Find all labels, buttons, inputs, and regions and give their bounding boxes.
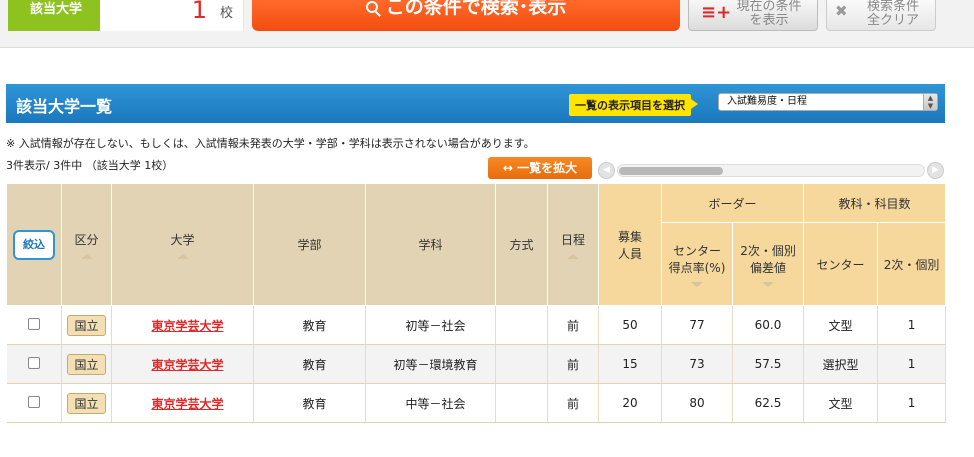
center-subjects-cell: 選択型 [803, 344, 879, 384]
university-link[interactable]: 東京学芸大学 [151, 358, 223, 372]
kubun-badge: 国立 [67, 314, 106, 336]
scrollbar-thumb[interactable] [619, 167, 723, 175]
search-button[interactable]: この条件で検索･表示 [252, 0, 680, 31]
kubun-badge: 国立 [67, 392, 106, 414]
second-subjects-header: 2次・個別 [877, 222, 947, 306]
row-checkbox[interactable] [27, 317, 40, 330]
matching-count: 1 [191, 0, 207, 24]
scroll-left-button[interactable]: ◀ [598, 162, 615, 179]
center-rate-cell: 80 [661, 383, 733, 423]
show-conditions-line2: を表示 [749, 13, 789, 28]
row-checkbox[interactable] [27, 395, 40, 408]
display-items-value: 入試難易度・日程 [727, 96, 807, 107]
clear-all-button[interactable]: ✖ 検索条件 全クリア [826, 0, 936, 31]
result-count-info: 3件表示/ 3件中 （該当大学 1校） [6, 159, 174, 172]
list-header-bar: 該当大学一覧 一覧の表示項目を選択 入試難易度・日程 ▲ ▼ [6, 84, 945, 123]
scroll-right-button[interactable]: ▶ [927, 162, 944, 179]
method-cell [495, 344, 548, 384]
add-list-icon: ≡+ [701, 2, 732, 23]
university-header[interactable]: 大学 [111, 183, 254, 306]
sort-up-icon [176, 253, 189, 259]
faculty-cell: 教育 [253, 344, 366, 384]
sort-down-icon [691, 281, 703, 287]
expand-list-label: 一覧を拡大 [517, 161, 578, 175]
kubun-header[interactable]: 区分 [61, 183, 112, 306]
deviation-cell: 60.0 [732, 305, 805, 345]
show-conditions-line1: 現在の条件 [736, 0, 802, 14]
center-subjects-cell: 文型 [803, 383, 879, 423]
center-subjects-header: センター [803, 222, 879, 306]
info-note: ※ 入試情報が存在しない、もしくは、入試情報未発表の大学・学部・学科は表示されな… [6, 137, 535, 150]
faculty-cell: 教育 [253, 305, 366, 345]
results-table: 絞込 区分 大学 学部 学科 方式 日程 募集 人員 ボーダー 教科・科目数 セン… [6, 183, 947, 423]
center-rate-cell: 77 [661, 305, 733, 345]
department-cell: 中等－社会 [365, 383, 496, 423]
kubun-badge: 国立 [67, 353, 106, 375]
schedule-cell: 前 [547, 383, 599, 423]
capacity-header: 募集 人員 [598, 183, 662, 306]
schedule-cell: 前 [547, 305, 599, 345]
filter-header: 絞込 [6, 183, 62, 306]
table-row: 国立 東京学芸大学 教育 初等－社会 前 50 77 60.0 文型 1 [6, 305, 947, 345]
center-rate-cell: 73 [661, 344, 733, 384]
university-link[interactable]: 東京学芸大学 [151, 397, 223, 411]
clear-line1: 検索条件 [866, 0, 919, 14]
list-title: 該当大学一覧 [16, 97, 113, 116]
search-bar: 該当大学 1 校 この条件で検索･表示 ≡+ 現在の条件 を表示 ✖ 検索条件 全ク… [0, 0, 974, 48]
second-subjects-cell: 1 [877, 383, 947, 423]
horizontal-scrollbar[interactable] [617, 164, 925, 177]
deviation-header[interactable]: 2次・個別 偏差値 [731, 222, 805, 306]
display-items-label: 一覧の表示項目を選択 [569, 94, 698, 116]
center-subjects-cell: 文型 [803, 305, 879, 345]
expand-list-button[interactable]: ↔ 一覧を拡大 [488, 157, 592, 179]
table-row: 国立 東京学芸大学 教育 初等－環境教育 前 15 73 57.5 選択型 1 [6, 344, 947, 384]
matching-count-unit: 校 [219, 6, 233, 21]
method-cell [495, 383, 548, 423]
sort-up-icon [567, 253, 579, 259]
schedule-cell: 前 [547, 344, 599, 384]
department-cell: 初等－社会 [365, 305, 496, 345]
department-header: 学科 [365, 183, 496, 306]
close-icon: ✖ [835, 2, 848, 20]
select-arrows-icon: ▲ ▼ [923, 94, 937, 110]
capacity-cell: 20 [598, 383, 662, 423]
show-conditions-button[interactable]: ≡+ 現在の条件 を表示 [688, 0, 818, 31]
table-row: 国立 東京学芸大学 教育 中等－社会 前 20 80 62.5 文型 1 [6, 383, 947, 423]
matching-universities-label: 該当大学 [8, 0, 100, 31]
border-header: ボーダー [660, 183, 805, 223]
sort-down-icon [762, 281, 774, 287]
search-icon [365, 1, 378, 13]
schedule-header[interactable]: 日程 [547, 183, 599, 306]
faculty-cell: 教育 [253, 383, 366, 423]
matching-count-box: 1 校 [100, 0, 244, 31]
faculty-header: 学部 [253, 183, 366, 306]
clear-line2: 全クリア [866, 13, 919, 28]
capacity-cell: 15 [598, 344, 662, 384]
display-items-select[interactable]: 入試難易度・日程 ▲ ▼ [718, 93, 938, 111]
search-button-label: この条件で検索･表示 [385, 0, 567, 18]
subjects-header: 教科・科目数 [803, 183, 947, 223]
filter-button[interactable]: 絞込 [13, 229, 55, 260]
deviation-cell: 57.5 [732, 344, 805, 384]
expand-arrows-icon: ↔ [502, 161, 518, 175]
second-subjects-cell: 1 [877, 305, 947, 345]
university-link[interactable]: 東京学芸大学 [151, 319, 223, 333]
method-header: 方式 [495, 183, 548, 306]
center-rate-header[interactable]: センター 得点率(%) [661, 222, 733, 306]
method-cell [495, 305, 548, 345]
sort-up-icon [80, 253, 93, 259]
department-cell: 初等－環境教育 [365, 344, 496, 384]
second-subjects-cell: 1 [877, 344, 947, 384]
row-checkbox[interactable] [27, 356, 40, 369]
capacity-cell: 50 [598, 305, 662, 345]
deviation-cell: 62.5 [732, 383, 805, 423]
